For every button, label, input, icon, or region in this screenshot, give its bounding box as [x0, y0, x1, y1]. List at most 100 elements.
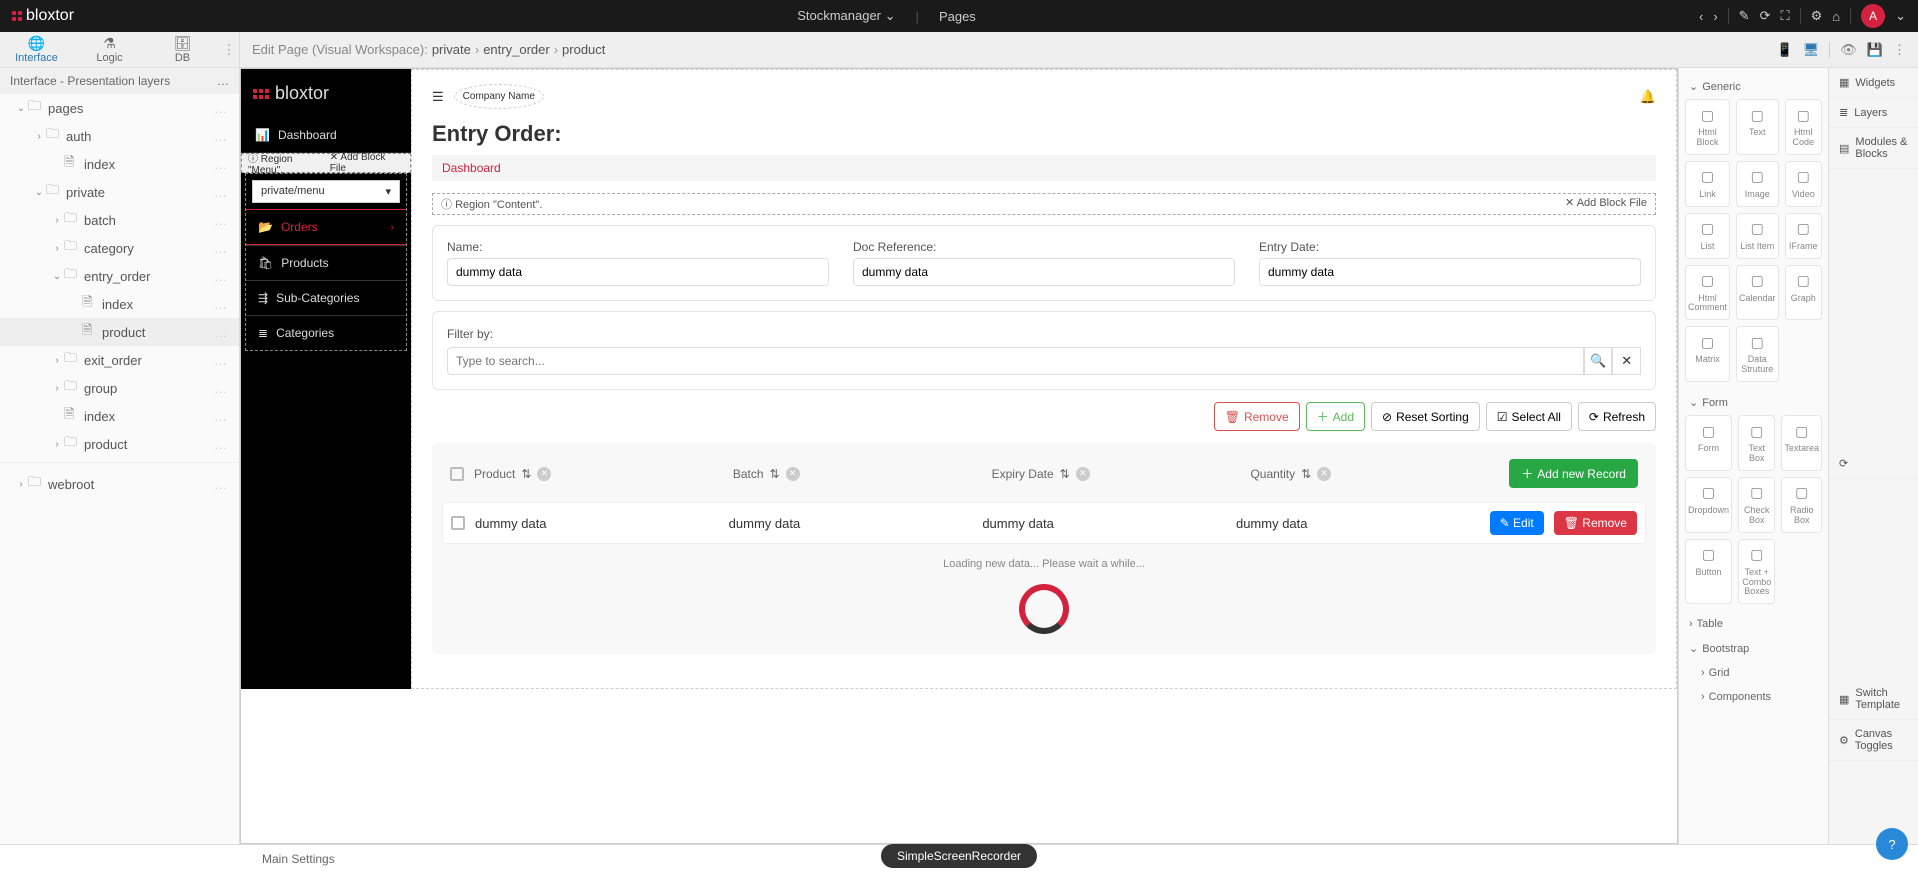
more-icon[interactable]: ⋮	[1893, 42, 1906, 58]
tree-entry-order[interactable]: ⌄🗀entry_order…	[0, 262, 239, 290]
widget-item[interactable]: ▢Calendar	[1736, 265, 1779, 321]
widget-item[interactable]: ▢Dropdown	[1685, 477, 1732, 533]
preview-icon[interactable]: 👁	[1840, 42, 1857, 58]
input-search[interactable]	[447, 347, 1584, 375]
widget-item[interactable]: ▢Data Struture	[1736, 326, 1779, 382]
col-batch[interactable]: Batch⇅✕	[733, 467, 982, 481]
tree-category[interactable]: ›🗀category…	[0, 234, 239, 262]
menu-subcategories[interactable]: ⇶Sub-Categories	[246, 280, 406, 315]
device-mobile-icon[interactable]: 📱	[1777, 42, 1793, 58]
clear-col-icon[interactable]: ✕	[786, 467, 800, 481]
clear-col-icon[interactable]: ✕	[1317, 467, 1331, 481]
clear-col-icon[interactable]: ✕	[1076, 467, 1090, 481]
widget-item[interactable]: ▢List	[1685, 213, 1730, 259]
widget-item[interactable]: ▢Textarea	[1781, 415, 1822, 471]
crumb-entry-order[interactable]: entry_order	[483, 42, 549, 57]
crumb-product[interactable]: product	[562, 42, 605, 57]
widget-item[interactable]: ▢List Item	[1736, 213, 1779, 259]
tree-exit-order[interactable]: ›🗀exit_order…	[0, 346, 239, 374]
sort-icon[interactable]: ⇅	[521, 467, 531, 481]
hamburger-icon[interactable]: ☰	[432, 89, 444, 105]
section-grid[interactable]: ›Grid	[1685, 661, 1822, 685]
nav-dashboard[interactable]: 📊Dashboard	[241, 118, 411, 153]
save-icon[interactable]: 💾	[1867, 42, 1883, 58]
tree-batch[interactable]: ›🗀batch…	[0, 206, 239, 234]
panel-more-icon[interactable]: …	[217, 74, 229, 88]
fullscreen-icon[interactable]: ⛶	[1780, 8, 1789, 24]
menu-selector[interactable]: private/menu▾	[252, 180, 400, 203]
input-name[interactable]	[447, 258, 829, 286]
tab-interface[interactable]: 🌐Interface	[0, 31, 73, 68]
section-components[interactable]: ›Components	[1685, 685, 1822, 709]
tab-db[interactable]: 🗄DB	[146, 31, 219, 68]
col-product[interactable]: Product⇅✕	[474, 467, 723, 481]
tree-product[interactable]: ›🗀product…	[0, 430, 239, 458]
magic-icon[interactable]: ✎	[1739, 8, 1750, 24]
reset-sorting-button[interactable]: ⊘Reset Sorting	[1371, 402, 1480, 431]
widget-item[interactable]: ▢Matrix	[1685, 326, 1730, 382]
rail-switch-template[interactable]: ▦Switch Template	[1829, 679, 1918, 720]
tree-auth-index[interactable]: 🗎index…	[0, 150, 239, 178]
widget-item[interactable]: ▢Graph	[1785, 265, 1822, 321]
menu-products[interactable]: 🛍Products	[246, 245, 406, 280]
page-breadcrumb[interactable]: Dashboard	[432, 155, 1656, 181]
input-date[interactable]	[1259, 258, 1641, 286]
tree-webroot[interactable]: ›🗀webroot…	[0, 470, 239, 498]
help-fab[interactable]: ?	[1876, 828, 1908, 860]
rail-modules[interactable]: ▤Modules & Blocks	[1829, 128, 1918, 169]
edit-row-button[interactable]: ✎ Edit	[1490, 511, 1544, 535]
rail-widgets[interactable]: ▦Widgets	[1829, 68, 1918, 98]
widget-item[interactable]: ▢Button	[1685, 539, 1732, 605]
search-button[interactable]: 🔍	[1584, 347, 1613, 375]
widget-item[interactable]: ▢Text + Combo Boxes	[1738, 539, 1775, 605]
clear-search-button[interactable]: ✕	[1612, 347, 1641, 375]
widget-item[interactable]: ▢Text Box	[1738, 415, 1775, 471]
widget-item[interactable]: ▢Video	[1785, 161, 1822, 207]
tree-pages[interactable]: ⌄🗀pages…	[0, 94, 239, 122]
crumb-private[interactable]: private	[432, 42, 471, 57]
rail-sync[interactable]: ⟳	[1829, 449, 1918, 479]
refresh-button[interactable]: ⟳Refresh	[1578, 402, 1656, 431]
row-checkbox[interactable]	[451, 516, 465, 530]
rail-layers[interactable]: ≣Layers	[1829, 98, 1918, 128]
widget-item[interactable]: ▢Html Code	[1785, 99, 1822, 155]
col-expiry[interactable]: Expiry Date⇅✕	[992, 467, 1241, 481]
widget-item[interactable]: ▢Html Block	[1685, 99, 1730, 155]
home-icon[interactable]: ⌂	[1832, 9, 1840, 24]
tree-entry-order-index[interactable]: 🗎index…	[0, 290, 239, 318]
widget-item[interactable]: ▢Radio Box	[1781, 477, 1822, 533]
widget-item[interactable]: ▢Text	[1736, 99, 1779, 155]
section-form[interactable]: ⌄Form	[1685, 390, 1822, 415]
section-table[interactable]: ›Table	[1685, 612, 1822, 636]
tabs-more-icon[interactable]: ⋮	[219, 42, 239, 58]
widget-item[interactable]: ▢Html Comment	[1685, 265, 1730, 321]
select-all-button[interactable]: ☑Select All	[1486, 402, 1572, 431]
sort-icon[interactable]: ⇅	[1060, 467, 1070, 481]
sort-icon[interactable]: ⇅	[770, 467, 780, 481]
nav-pages[interactable]: Pages	[939, 9, 976, 24]
nav-forward-icon[interactable]: ›	[1713, 9, 1717, 24]
canvas-stage[interactable]: bloxtor 📊Dashboard ⓘ Region "Menu". ✕ Ad…	[240, 68, 1678, 844]
nav-back-icon[interactable]: ‹	[1699, 9, 1703, 24]
input-doc[interactable]	[853, 258, 1235, 286]
sort-icon[interactable]: ⇅	[1301, 467, 1311, 481]
add-block-file-button[interactable]: ✕ Add Block File	[330, 152, 404, 174]
tab-logic[interactable]: ⚗Logic	[73, 31, 146, 68]
section-generic[interactable]: ⌄Generic	[1685, 74, 1822, 99]
widget-item[interactable]: ▢Link	[1685, 161, 1730, 207]
chevron-down-icon[interactable]: ⌄	[1895, 8, 1906, 24]
rail-canvas-toggles[interactable]: ⚙Canvas Toggles	[1829, 720, 1918, 761]
tree-auth[interactable]: ›🗀auth…	[0, 122, 239, 150]
widget-item[interactable]: ▢Form	[1685, 415, 1732, 471]
clear-col-icon[interactable]: ✕	[537, 467, 551, 481]
remove-row-button[interactable]: 🗑 Remove	[1554, 511, 1637, 535]
add-button[interactable]: ＋Add	[1306, 402, 1365, 431]
remove-button[interactable]: 🗑Remove	[1214, 402, 1300, 431]
refresh-icon[interactable]: ⟳	[1760, 8, 1771, 24]
app-switcher[interactable]: Stockmanager ⌄	[797, 8, 895, 24]
device-desktop-icon[interactable]: 🖥	[1803, 42, 1820, 58]
select-all-checkbox[interactable]	[450, 467, 464, 481]
bell-icon[interactable]: 🔔	[1640, 89, 1656, 105]
widget-item[interactable]: ▢Image	[1736, 161, 1779, 207]
add-block-file-button-2[interactable]: ✕ Add Block File	[1565, 196, 1647, 212]
